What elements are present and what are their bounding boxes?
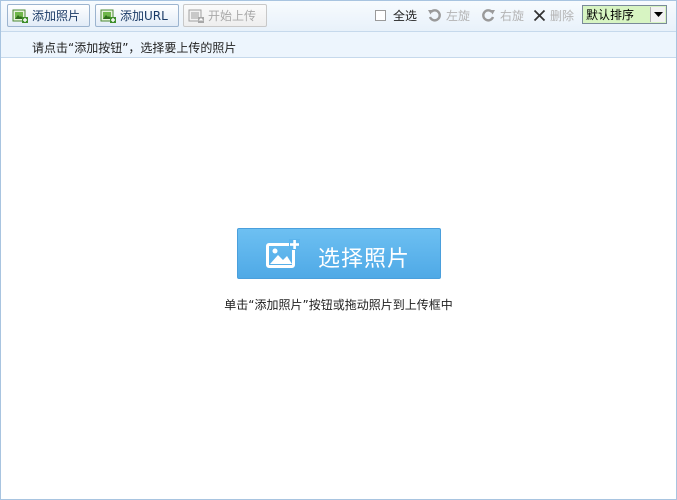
add-url-label: 添加URL	[120, 9, 168, 23]
upload-icon	[188, 9, 204, 23]
rotate-left-label: 左旋	[446, 8, 471, 23]
start-upload-button[interactable]: 开始上传	[183, 4, 267, 27]
add-photo-label: 添加照片	[32, 9, 81, 23]
rotate-right-icon	[482, 8, 495, 22]
choose-photo-button[interactable]: 选择照片	[237, 228, 441, 279]
hint-text: 请点击“添加按钮”，选择要上传的照片	[32, 41, 237, 55]
hint-bar: 请点击“添加按钮”，选择要上传的照片	[1, 32, 676, 58]
sort-selected-value: 默认排序	[586, 8, 635, 22]
add-photo-button[interactable]: 添加照片	[7, 4, 90, 27]
close-icon	[533, 9, 546, 21]
chevron-down-icon[interactable]	[650, 7, 665, 22]
select-all-checkbox[interactable]: 全选	[375, 6, 417, 24]
checkbox-box[interactable]	[375, 9, 386, 21]
start-upload-label: 开始上传	[208, 9, 257, 23]
toolbar: 添加照片 添加URL 开始上传 全选 左旋 右旋 删除 默认排序	[1, 1, 676, 32]
delete-label: 删除	[550, 8, 575, 23]
add-url-icon	[100, 9, 116, 23]
upload-window: 添加照片 添加URL 开始上传 全选 左旋 右旋 删除 默认排序 请点击“添加按…	[0, 0, 677, 500]
rotate-left-icon	[428, 8, 441, 22]
delete-button[interactable]: 删除	[533, 6, 574, 24]
rotate-left-button[interactable]: 左旋	[427, 6, 470, 24]
choose-photo-label: 选择照片	[318, 247, 411, 272]
sort-select[interactable]: 默认排序	[582, 5, 667, 24]
rotate-right-label: 右旋	[500, 8, 525, 23]
add-image-icon	[12, 9, 28, 23]
add-url-button[interactable]: 添加URL	[95, 4, 179, 27]
drop-hint-text: 单击“添加照片”按钮或拖动照片到上传框中	[224, 298, 453, 312]
rotate-right-button[interactable]: 右旋	[481, 6, 524, 24]
upload-drop-area[interactable]: 选择照片 单击“添加照片”按钮或拖动照片到上传框中	[1, 58, 676, 499]
add-image-icon	[266, 239, 300, 268]
select-all-label: 全选	[393, 8, 418, 23]
